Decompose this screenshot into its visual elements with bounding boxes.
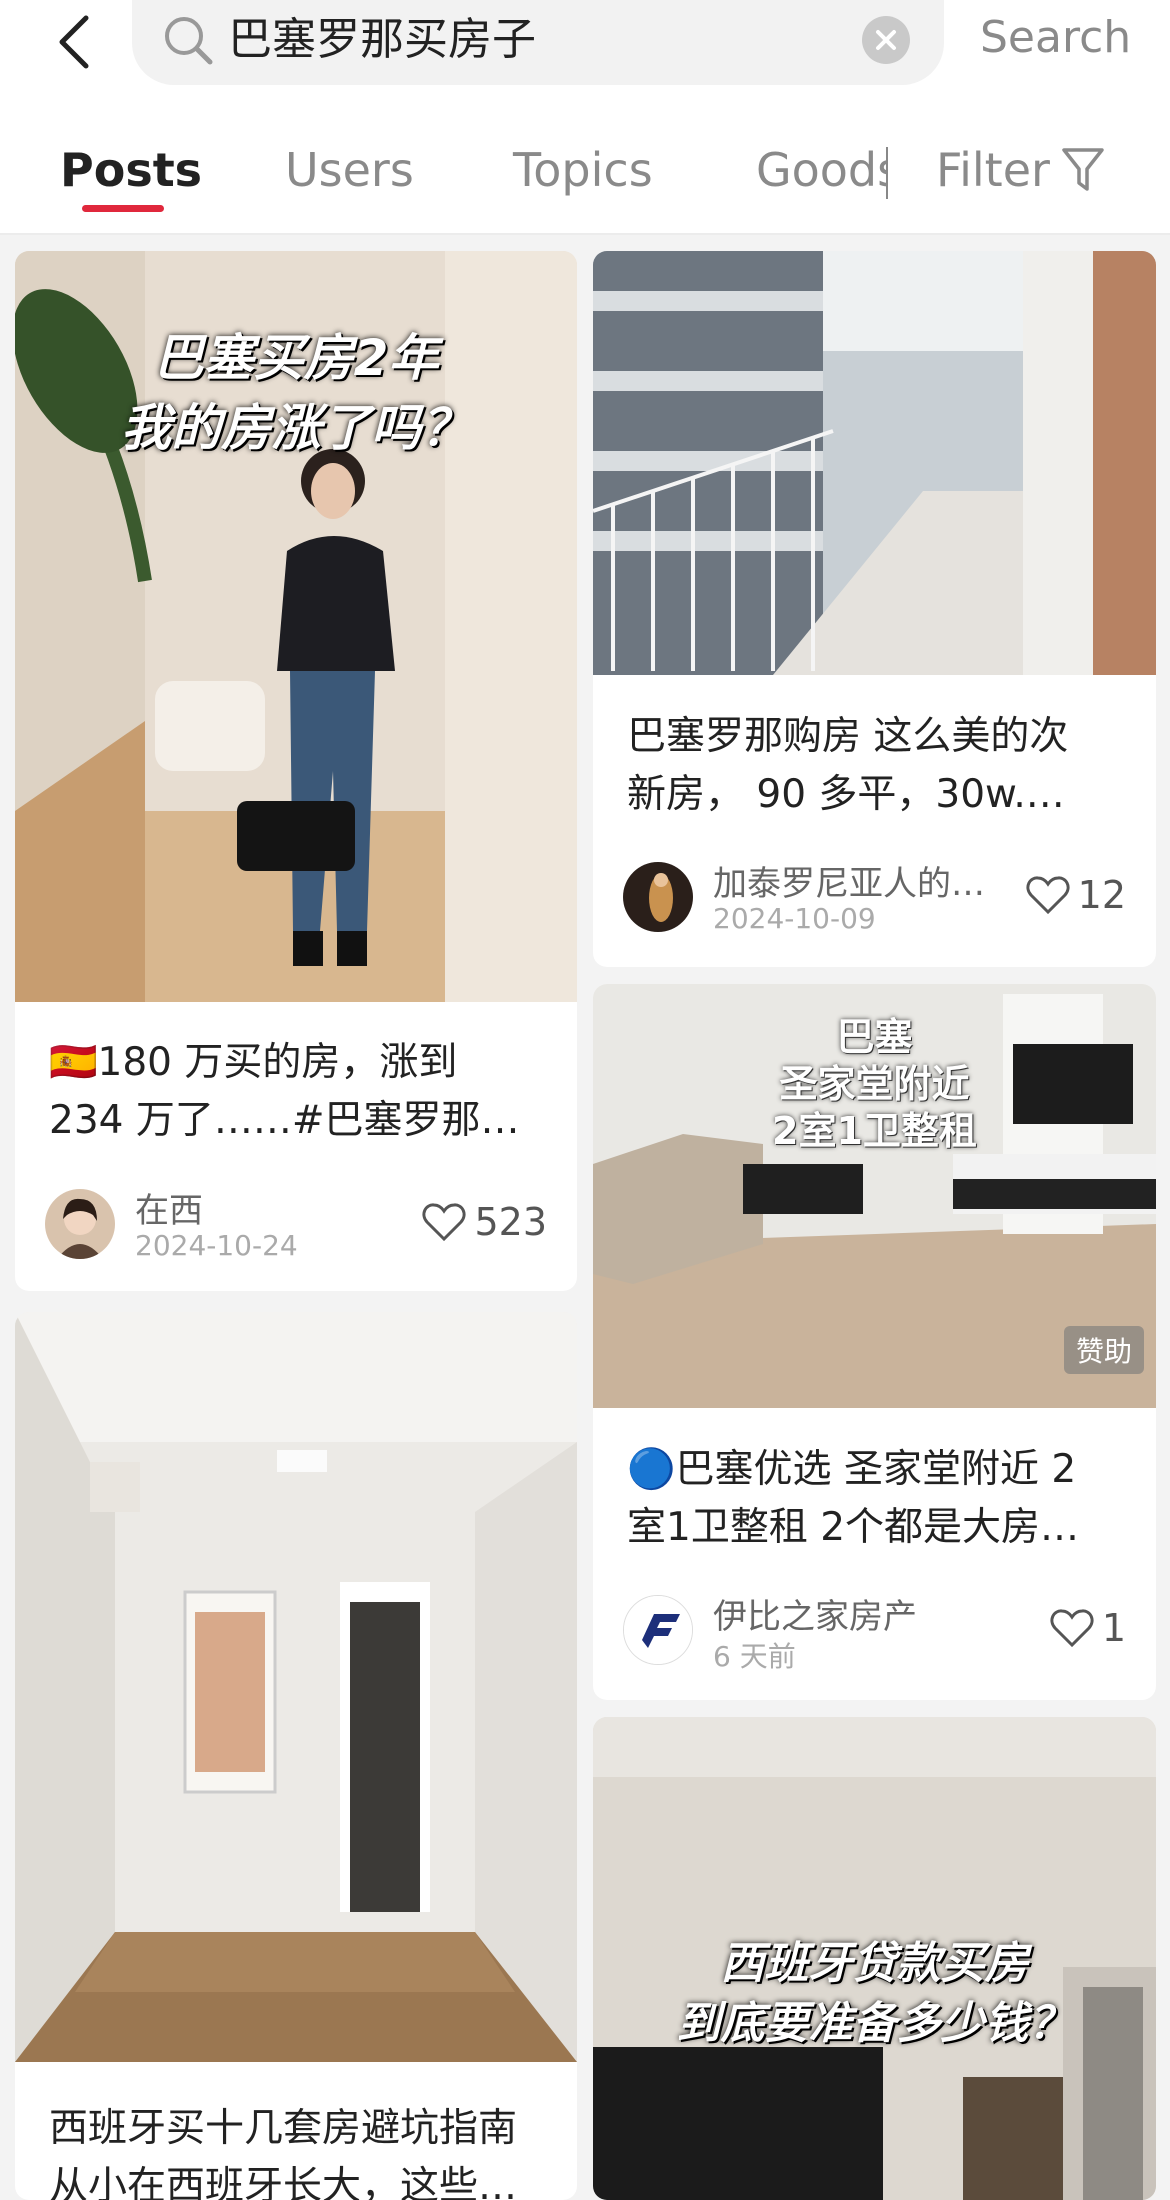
search-input[interactable]: 巴塞罗那买房子 <box>228 10 536 70</box>
like-button[interactable]: 12 <box>1026 870 1126 920</box>
post-title-line: 巴塞罗那购房 这么美的次 <box>627 714 1069 759</box>
chevron-left-icon <box>59 15 89 69</box>
post-date: 2024-10-09 <box>713 902 876 935</box>
like-count: 12 <box>1077 873 1126 917</box>
post-title: 🇪🇸180 万买的房，涨到 234 万了……#巴塞罗那… <box>49 1034 553 1150</box>
cover-caption: 西班牙贷款买房 到底要准备多少钱？ <box>593 1934 1156 2054</box>
active-tab-indicator <box>82 205 164 212</box>
tab-goods[interactable]: Goods <box>756 135 886 205</box>
clear-search-button[interactable] <box>862 16 910 64</box>
author-name[interactable]: 加泰罗尼亚人的… <box>713 856 1003 905</box>
avatar[interactable] <box>623 1595 693 1665</box>
post-cover-image <box>593 251 1156 675</box>
heart-icon <box>1050 1609 1094 1648</box>
tab-divider <box>886 147 888 199</box>
back-button[interactable] <box>44 0 104 84</box>
header: 巴塞罗那买房子 Search Posts Users Topics Goods … <box>0 0 1170 235</box>
cover-caption: 巴塞买房2年 我的房涨了吗？ <box>15 323 577 463</box>
post-title-line: 234 万了……#巴塞罗那… <box>49 1098 520 1143</box>
cover-caption-line: 我的房涨了吗？ <box>121 399 471 457</box>
post-title: 🔵巴塞优选 圣家堂附近 2 室1卫整租 2个都是大房… <box>627 1441 1132 1557</box>
avatar[interactable] <box>45 1189 115 1259</box>
search-icon <box>165 17 213 65</box>
post-meta: 加泰罗尼亚人的… 2024-10-09 12 <box>623 856 1126 936</box>
post-card[interactable]: 巴塞罗那购房 这么美的次 新房， 90 多平，30w.… 加泰罗尼亚人的… 20… <box>593 251 1156 967</box>
post-cover-image <box>15 1312 577 2062</box>
post-title-line: 室1卫整租 2个都是大房… <box>627 1505 1080 1550</box>
like-button[interactable]: 1 <box>1050 1603 1126 1653</box>
cover-caption-line: 巴塞买房2年 <box>153 329 439 387</box>
post-cover-image: 巴塞 圣家堂附近 2室1卫整租 赞助 <box>593 984 1156 1408</box>
cover-caption-line: 圣家堂附近 <box>779 1062 970 1106</box>
tab-users[interactable]: Users <box>285 135 414 205</box>
search-button[interactable]: Search <box>980 8 1131 68</box>
tab-posts[interactable]: Posts <box>60 135 202 205</box>
post-title-line: 从小在西班牙长大，这些… <box>49 2164 518 2200</box>
author-name[interactable]: 在西 <box>135 1183 435 1232</box>
filter-button[interactable]: Filter <box>936 135 1106 205</box>
post-title: 西班牙买十几套房避坑指南 从小在西班牙长大，这些… <box>49 2100 553 2200</box>
result-tabs: Posts Users Topics Goods Filter <box>0 135 1170 230</box>
post-date: 2024-10-24 <box>135 1229 298 1262</box>
post-card[interactable]: 巴塞买房2年 我的房涨了吗？ 🇪🇸180 万买的房，涨到 234 万了……#巴塞… <box>15 251 577 1291</box>
search-bar[interactable]: 巴塞罗那买房子 <box>132 0 944 85</box>
sponsored-post-card[interactable]: 巴塞 圣家堂附近 2室1卫整租 赞助 🔵巴塞优选 圣家堂附近 2 室1卫整租 2… <box>593 984 1156 1700</box>
heart-icon <box>422 1203 466 1242</box>
post-date: 6 天前 <box>713 1640 796 1673</box>
post-cover-image: 西班牙贷款买房 到底要准备多少钱？ <box>593 1717 1156 2200</box>
post-title-line: 新房， 90 多平，30w.… <box>627 772 1065 817</box>
cover-caption-line: 2室1卫整租 <box>772 1109 977 1153</box>
filter-label: Filter <box>936 143 1050 197</box>
funnel-icon <box>1062 148 1104 191</box>
author-name[interactable]: 伊比之家房产 <box>713 1589 1013 1638</box>
post-title-line: 🇪🇸180 万买的房，涨到 <box>49 1040 458 1085</box>
search-results-page: 巴塞罗那买房子 Search Posts Users Topics Goods … <box>0 0 1170 2200</box>
post-title-line: 西班牙买十几套房避坑指南 <box>49 2106 518 2151</box>
post-meta: 在西 2024-10-24 523 <box>45 1183 547 1263</box>
like-count: 1 <box>1101 1606 1126 1650</box>
heart-icon <box>1026 876 1070 915</box>
avatar[interactable] <box>623 862 693 932</box>
post-title: 巴塞罗那购房 这么美的次 新房， 90 多平，30w.… <box>627 708 1132 824</box>
close-icon <box>876 30 896 50</box>
tab-topics[interactable]: Topics <box>513 135 653 205</box>
like-count: 523 <box>474 1200 547 1244</box>
balcony-photo <box>593 251 1156 675</box>
post-meta: 伊比之家房产 6 天前 1 <box>623 1589 1126 1673</box>
like-button[interactable]: 523 <box>422 1197 547 1247</box>
post-card[interactable]: 西班牙贷款买房 到底要准备多少钱？ <box>593 1717 1156 2200</box>
cover-caption-line: 到底要准备多少钱？ <box>676 1998 1073 2049</box>
cover-caption-line: 巴塞 <box>836 1015 913 1059</box>
post-title-line: 🔵巴塞优选 圣家堂附近 2 <box>627 1447 1077 1492</box>
post-card[interactable]: 西班牙买十几套房避坑指南 从小在西班牙长大，这些… <box>15 1312 577 2200</box>
cover-caption-line: 西班牙贷款买房 <box>720 1938 1029 1989</box>
empty-room-photo <box>15 1312 577 2062</box>
sponsored-badge: 赞助 <box>1063 1326 1144 1374</box>
post-cover-image: 巴塞买房2年 我的房涨了吗？ <box>15 251 577 1002</box>
cover-caption: 巴塞 圣家堂附近 2室1卫整租 <box>593 1014 1156 1155</box>
